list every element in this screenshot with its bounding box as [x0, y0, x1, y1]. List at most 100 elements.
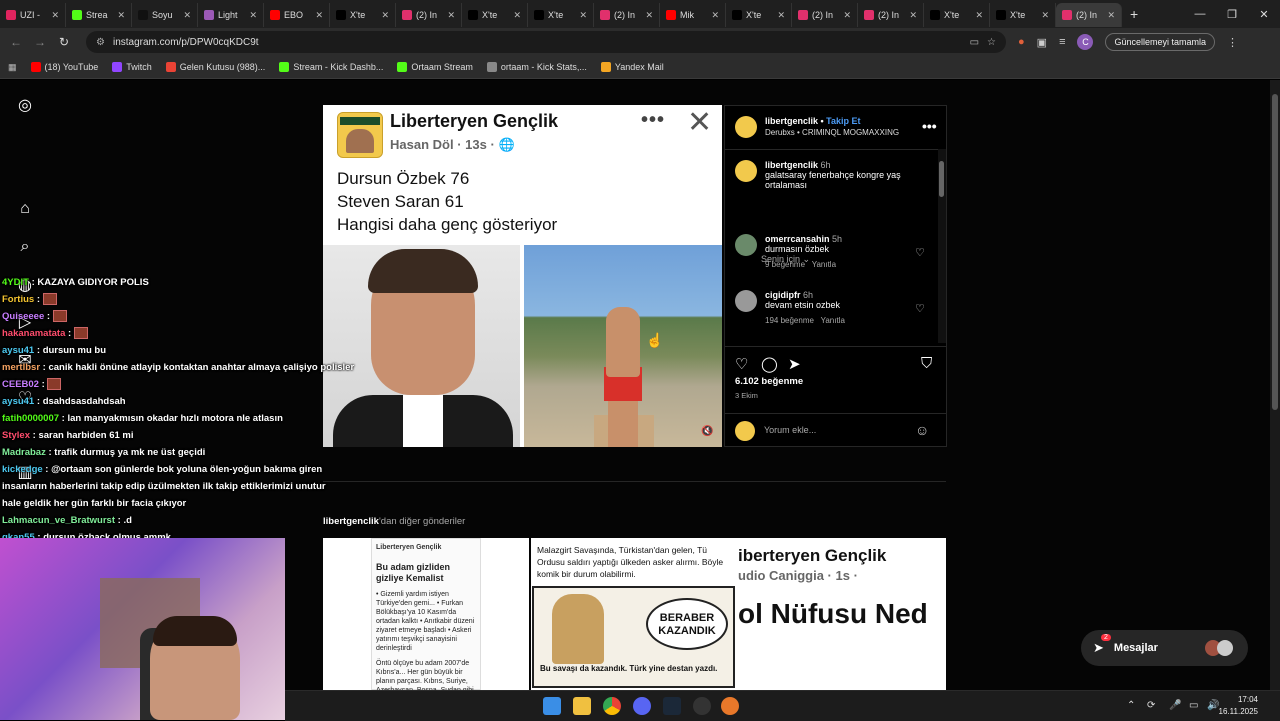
- cast-icon[interactable]: ▭: [970, 37, 979, 48]
- menu-icon[interactable]: ⋮: [1227, 36, 1238, 49]
- browser-tab[interactable]: X'te ✕: [924, 3, 990, 27]
- related-post-thumbnail[interactable]: iberteryen Gençlik udio Caniggia · 1s · …: [738, 538, 946, 690]
- discord-icon[interactable]: [633, 697, 651, 715]
- page-scrollbar[interactable]: [1270, 80, 1280, 690]
- system-clock[interactable]: 17:04 16.11.2025: [1219, 694, 1258, 718]
- browser-tab[interactable]: Strea ✕: [66, 3, 132, 27]
- url-field[interactable]: ⚙ instagram.com/p/DPW0cqKDC9t ▭ ☆: [86, 31, 1006, 53]
- chat-username[interactable]: 4YDIT: [2, 277, 29, 288]
- bookmark-star-icon[interactable]: ☆: [987, 37, 996, 48]
- back-icon[interactable]: ←: [4, 35, 28, 49]
- tab-close-icon[interactable]: ✕: [447, 10, 455, 21]
- browser-tab[interactable]: (2) In ✕: [396, 3, 462, 27]
- reading-list-icon[interactable]: ≡: [1059, 36, 1065, 48]
- browser-tab[interactable]: (2) In ✕: [594, 3, 660, 27]
- app-icon[interactable]: [721, 697, 739, 715]
- tab-close-icon[interactable]: ✕: [51, 10, 59, 21]
- reload-icon[interactable]: ↻: [52, 35, 76, 49]
- browser-tab[interactable]: (2) In ✕: [1056, 3, 1122, 27]
- avatar[interactable]: [735, 116, 757, 138]
- mic-icon[interactable]: 🎤: [1169, 700, 1181, 711]
- tab-close-icon[interactable]: ✕: [909, 10, 917, 21]
- tab-close-icon[interactable]: ✕: [645, 10, 653, 21]
- comments-scrollbar[interactable]: [938, 149, 946, 343]
- comment-user[interactable]: omerrcansahin: [765, 234, 830, 244]
- avatar[interactable]: [735, 234, 757, 256]
- emoji-icon[interactable]: ☺: [915, 422, 929, 438]
- options-icon[interactable]: •••: [922, 118, 937, 134]
- chat-username[interactable]: aysu41: [2, 396, 34, 407]
- reply-link[interactable]: Yanıtla: [812, 260, 836, 269]
- chat-username[interactable]: hakanamatata: [2, 328, 65, 339]
- post-media[interactable]: Liberteryen Gençlik Hasan Döl · 13s · 🌐 …: [323, 105, 722, 447]
- likes-count[interactable]: 6.102 beğenme: [735, 376, 803, 387]
- avatar[interactable]: [735, 160, 757, 182]
- tab-close-icon[interactable]: ✕: [1107, 10, 1115, 21]
- browser-tab[interactable]: X'te ✕: [990, 3, 1056, 27]
- obs-icon[interactable]: [693, 697, 711, 715]
- comment-like-icon[interactable]: ♡: [915, 246, 925, 259]
- browser-tab[interactable]: UZI - ✕: [0, 3, 66, 27]
- share-icon[interactable]: ➤: [788, 355, 801, 373]
- messages-button[interactable]: ➤ 2 Mesajlar: [1081, 630, 1248, 666]
- tray-chevron-icon[interactable]: ⌃: [1127, 700, 1135, 711]
- bookmark-item[interactable]: Twitch: [112, 62, 152, 72]
- bookmark-item[interactable]: Gelen Kutusu (988)...: [165, 62, 265, 72]
- steam-icon[interactable]: [663, 697, 681, 715]
- apps-grid-icon[interactable]: ▦: [8, 62, 17, 73]
- chat-username[interactable]: Quiseeee: [2, 311, 44, 322]
- tray-sync-icon[interactable]: ⟳: [1147, 700, 1155, 711]
- post-username[interactable]: libertgenclik: [765, 116, 818, 126]
- follow-button[interactable]: Takip Et: [826, 116, 860, 126]
- extensions-puzzle-icon[interactable]: ▣: [1037, 36, 1047, 49]
- minimize-icon[interactable]: —: [1184, 0, 1216, 28]
- bookmark-item[interactable]: Ortaam Stream: [397, 62, 473, 72]
- comment-like-icon[interactable]: ♡: [915, 302, 925, 315]
- chat-username[interactable]: Lahmacun_ve_Bratwurst: [2, 515, 115, 526]
- comment-user[interactable]: cigidipfr: [765, 290, 801, 300]
- browser-tab[interactable]: Soyu ✕: [132, 3, 198, 27]
- update-button[interactable]: Güncellemeyi tamamla: [1105, 33, 1216, 51]
- bookmark-item[interactable]: ortaam - Kick Stats,...: [486, 62, 587, 72]
- chat-username[interactable]: CEEB02: [2, 379, 39, 390]
- home-icon[interactable]: ⌂: [15, 200, 35, 220]
- like-heart-icon[interactable]: ♡: [735, 355, 748, 373]
- chat-username[interactable]: kickedge: [2, 464, 43, 475]
- avatar[interactable]: [735, 290, 757, 312]
- chrome-icon[interactable]: [603, 697, 621, 715]
- browser-tab[interactable]: EBO ✕: [264, 3, 330, 27]
- save-bookmark-icon[interactable]: ⛉: [921, 355, 932, 372]
- comment-input[interactable]: Yorum ekle...: [764, 425, 816, 435]
- chat-username[interactable]: fatih0000007: [2, 413, 59, 424]
- tab-close-icon[interactable]: ✕: [249, 10, 257, 21]
- forward-icon[interactable]: →: [28, 35, 52, 49]
- tab-close-icon[interactable]: ✕: [513, 10, 521, 21]
- tab-close-icon[interactable]: ✕: [117, 10, 125, 21]
- bookmark-item[interactable]: (18) YouTube: [30, 62, 98, 72]
- site-info-icon[interactable]: ⚙: [96, 37, 105, 48]
- tab-close-icon[interactable]: ✕: [315, 10, 323, 21]
- related-post-thumbnail[interactable]: Liberteryen Gençlik Bu adam gizliden giz…: [323, 538, 529, 690]
- tab-close-icon[interactable]: ✕: [381, 10, 389, 21]
- extension-icon[interactable]: ●: [1018, 36, 1025, 48]
- instagram-logo-icon[interactable]: ◎: [15, 95, 35, 115]
- profile-avatar[interactable]: C: [1077, 34, 1094, 50]
- chat-username[interactable]: Fortius: [2, 294, 34, 305]
- comment-likes[interactable]: 194 beğenme: [765, 316, 814, 325]
- new-tab-button[interactable]: +: [1130, 6, 1138, 22]
- comment-likes[interactable]: 9 beğenme: [765, 260, 805, 269]
- browser-tab[interactable]: (2) In ✕: [858, 3, 924, 27]
- related-post-thumbnail[interactable]: Malazgirt Savaşında, Türkistan'dan gelen…: [531, 538, 738, 690]
- chat-username[interactable]: mertlbsr: [2, 362, 40, 373]
- browser-tab[interactable]: (2) In ✕: [792, 3, 858, 27]
- restore-icon[interactable]: ❐: [1216, 0, 1248, 28]
- tab-close-icon[interactable]: ✕: [711, 10, 719, 21]
- audio-label[interactable]: Derubxs • CRIMINQL MOGMAXXING: [765, 128, 899, 137]
- chat-username[interactable]: aysu41: [2, 345, 34, 356]
- tab-close-icon[interactable]: ✕: [183, 10, 191, 21]
- browser-tab[interactable]: Light ✕: [198, 3, 264, 27]
- browser-tab[interactable]: X'te ✕: [528, 3, 594, 27]
- tab-close-icon[interactable]: ✕: [579, 10, 587, 21]
- tab-close-icon[interactable]: ✕: [777, 10, 785, 21]
- bookmark-item[interactable]: Stream - Kick Dashb...: [279, 62, 383, 72]
